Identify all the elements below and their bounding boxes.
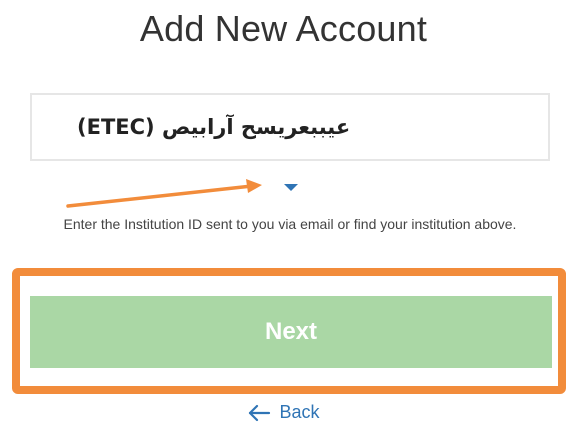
institution-select-value: عيببعريسح آرابيص (ETEC) (77, 115, 351, 139)
add-account-screen: Add New Account عيببعريسح آرابيص (ETEC) … (0, 0, 567, 428)
annotation-highlight-frame (12, 268, 566, 394)
back-link-label: Back (279, 402, 320, 422)
chevron-down-icon[interactable] (284, 184, 298, 191)
arrow-left-icon (247, 404, 271, 422)
institution-select[interactable]: عيببعريسح آرابيص (ETEC) (30, 93, 550, 161)
hint-text: Enter the Institution ID sent to you via… (63, 216, 517, 232)
page-title: Add New Account (139, 8, 428, 49)
back-link[interactable]: Back (0, 402, 567, 423)
